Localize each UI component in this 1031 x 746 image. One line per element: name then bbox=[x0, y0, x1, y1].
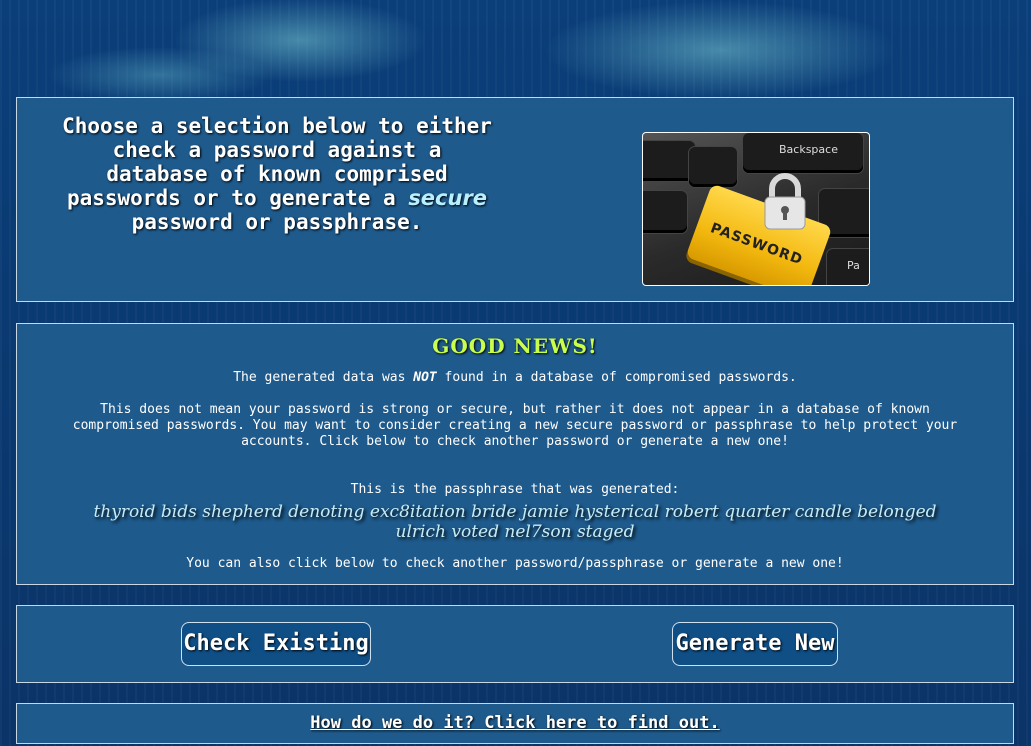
keyboard-key bbox=[643, 191, 687, 233]
padlock-icon bbox=[764, 173, 806, 230]
passphrase-caption: This is the passphrase that was generate… bbox=[350, 482, 680, 497]
intro-emphasis-secure: secure bbox=[408, 186, 488, 210]
result-line-not-found: The generated data was NOT found in a da… bbox=[17, 370, 1013, 386]
generate-new-button[interactable]: Generate New bbox=[672, 622, 838, 666]
how-do-we-do-it-link[interactable]: How do we do it? Click here to find out. bbox=[310, 713, 719, 733]
generated-passphrase: thyroid bids shepherd denoting exc8itati… bbox=[93, 502, 937, 542]
password-keyboard-image: Backspace Pa PASSWORD bbox=[642, 132, 870, 286]
result-line1-before: The generated data was bbox=[233, 370, 414, 385]
backspace-label: Backspace bbox=[779, 143, 838, 156]
good-news-heading: GOOD NEWS! bbox=[432, 334, 598, 358]
intro-text: Choose a selection below to either check… bbox=[57, 114, 497, 234]
actions-panel: Check Existing Generate New bbox=[16, 605, 1014, 683]
intro-text-after: password or passphrase. bbox=[131, 210, 423, 234]
result-line1-after: found in a database of compromised passw… bbox=[436, 370, 797, 385]
how-panel: How do we do it? Click here to find out. bbox=[16, 703, 1014, 744]
intro-panel: Choose a selection below to either check… bbox=[16, 97, 1014, 302]
keyboard-key bbox=[643, 141, 695, 181]
keyboard-key: Pa bbox=[827, 249, 869, 285]
keyboard-key bbox=[689, 147, 737, 187]
pa-label: Pa bbox=[847, 259, 860, 272]
result-not-emphasis: NOT bbox=[413, 370, 437, 385]
result-panel: GOOD NEWS! The generated data was NOT fo… bbox=[16, 323, 1014, 585]
result-footer-text: You can also click below to check anothe… bbox=[186, 556, 844, 571]
check-existing-button[interactable]: Check Existing bbox=[181, 622, 371, 666]
result-explanation: This does not mean your password is stro… bbox=[72, 402, 958, 449]
backspace-key: Backspace bbox=[743, 133, 863, 173]
